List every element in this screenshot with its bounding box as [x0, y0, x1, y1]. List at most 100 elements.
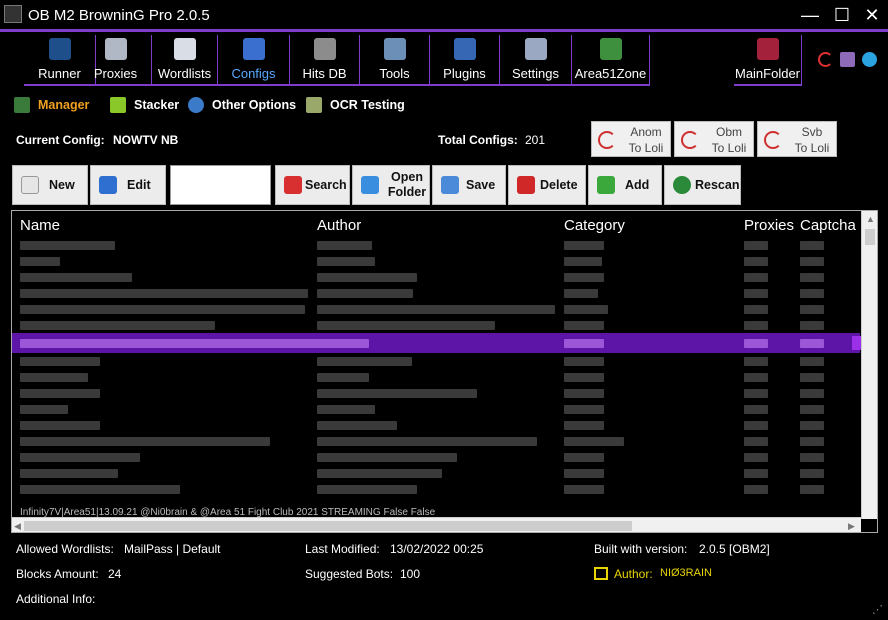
obscured-cell — [800, 357, 824, 366]
table-row[interactable] — [12, 369, 860, 385]
obscured-cell — [744, 273, 768, 282]
nav-underline — [24, 84, 650, 86]
refresh-icon[interactable] — [818, 52, 833, 67]
svb-to-loli-button[interactable]: Svb To Loli — [757, 121, 837, 157]
obscured-cell — [317, 321, 495, 330]
obscured-cell — [317, 257, 375, 266]
column-header-captcha[interactable]: Captcha — [800, 217, 856, 234]
nav-tab-plugins[interactable]: Plugins — [430, 35, 500, 85]
telegram-icon[interactable] — [862, 52, 877, 67]
column-header-proxies[interactable]: Proxies — [744, 217, 794, 234]
nav-tab-wordlists[interactable]: Wordlists — [152, 35, 218, 85]
selected-table-row[interactable] — [12, 333, 860, 353]
subtab-ocr-testing[interactable]: OCR Testing — [306, 95, 406, 117]
manager-icon — [14, 97, 30, 113]
obscured-cell — [564, 421, 604, 430]
built-version-label: Built with version: — [594, 542, 688, 556]
obscured-cell — [564, 305, 608, 314]
maximize-button[interactable]: ☐ — [830, 4, 854, 28]
delete-button[interactable]: Delete — [508, 165, 586, 205]
obscured-cell — [317, 339, 369, 348]
blocks-amount-label: Blocks Amount: — [16, 567, 99, 581]
delete-icon — [517, 176, 535, 194]
obscured-cell — [20, 241, 115, 250]
save-button[interactable]: Save — [432, 165, 506, 205]
resize-grip-icon[interactable]: ⋰ — [872, 603, 886, 617]
obscured-cell — [20, 389, 100, 398]
table-row[interactable] — [12, 465, 860, 481]
vertical-scrollbar[interactable]: ▲ — [861, 211, 877, 519]
column-header-author[interactable]: Author — [317, 217, 361, 234]
obscured-cell — [744, 405, 768, 414]
obscured-cell — [20, 405, 68, 414]
horizontal-scrollbar[interactable]: ◀ ▶ — [12, 517, 861, 532]
add-button[interactable]: Add — [588, 165, 662, 205]
table-row[interactable] — [12, 285, 860, 301]
obscured-cell — [317, 373, 369, 382]
config-grid[interactable]: Name Author Category Proxies Captcha Inf… — [11, 210, 878, 533]
table-row[interactable] — [12, 269, 860, 285]
table-row[interactable] — [12, 417, 860, 433]
column-header-category[interactable]: Category — [564, 217, 625, 234]
profile-icon[interactable] — [840, 52, 855, 67]
obscured-cell — [20, 289, 308, 298]
table-row[interactable] — [12, 449, 860, 465]
minimize-button[interactable]: — — [798, 4, 822, 28]
add-icon — [597, 176, 615, 194]
rescan-button[interactable]: Rescan — [664, 165, 741, 205]
window-title: OB M2 BrowninG Pro 2.0.5 — [28, 7, 210, 24]
title-bar: OB M2 BrowninG Pro 2.0.5 — ☐ ✕ — [0, 0, 888, 32]
obscured-cell — [800, 305, 824, 314]
search-input[interactable] — [170, 165, 271, 205]
obscured-cell — [744, 357, 768, 366]
column-header-name[interactable]: Name — [20, 217, 60, 234]
obscured-cell — [564, 469, 604, 478]
database-icon — [313, 38, 336, 60]
table-row[interactable] — [12, 385, 860, 401]
obscured-cell — [564, 289, 598, 298]
scroll-up-icon[interactable]: ▲ — [866, 214, 875, 224]
table-row[interactable] — [12, 433, 860, 449]
table-row[interactable] — [12, 253, 860, 269]
table-row[interactable] — [12, 353, 860, 369]
subtab-manager[interactable]: Manager — [14, 95, 104, 117]
obscured-cell — [564, 453, 604, 462]
nav-tab-tools[interactable]: Tools — [360, 35, 430, 85]
nav-tab-hits-db[interactable]: Hits DB — [290, 35, 360, 85]
search-button[interactable]: Search — [275, 165, 350, 205]
subtab-other-options[interactable]: Other Options — [188, 95, 298, 117]
nav-tab-proxies[interactable]: Proxies — [80, 35, 152, 85]
table-row[interactable] — [12, 301, 860, 317]
obm-to-loli-button[interactable]: Obm To Loli — [674, 121, 754, 157]
anom-to-loli-button[interactable]: Anom To Loli — [591, 121, 671, 157]
horizontal-scroll-thumb[interactable] — [24, 521, 632, 531]
subtab-stacker[interactable]: Stacker — [110, 95, 190, 117]
obscured-cell — [20, 469, 118, 478]
close-button[interactable]: ✕ — [860, 4, 884, 28]
nav-main-folder[interactable]: MainFolder — [734, 35, 802, 85]
open-folder-button[interactable]: Open Folder — [352, 165, 430, 205]
table-row[interactable] — [12, 481, 860, 497]
obscured-cell — [744, 389, 768, 398]
obscured-cell — [317, 305, 555, 314]
obscured-cell — [317, 405, 375, 414]
obscured-cell — [317, 357, 412, 366]
table-row[interactable] — [12, 317, 860, 333]
obscured-cell — [564, 273, 604, 282]
vertical-scroll-thumb[interactable] — [865, 229, 875, 245]
new-button[interactable]: New — [12, 165, 88, 205]
nav-tab-configs[interactable]: Configs — [218, 35, 290, 85]
nav-tab-settings[interactable]: Settings — [500, 35, 572, 85]
scroll-right-icon[interactable]: ▶ — [848, 521, 855, 532]
obscured-cell — [564, 485, 604, 494]
scroll-left-icon[interactable]: ◀ — [14, 521, 21, 532]
obscured-cell — [744, 373, 768, 382]
table-row[interactable] — [12, 237, 860, 253]
obscured-cell — [20, 437, 270, 446]
obscured-cell — [744, 421, 768, 430]
nav-tab-area51zone[interactable]: Area51Zone — [572, 35, 650, 85]
area51-icon — [599, 38, 622, 60]
edit-button[interactable]: Edit — [90, 165, 166, 205]
obscured-cell — [800, 485, 824, 494]
table-row[interactable] — [12, 401, 860, 417]
